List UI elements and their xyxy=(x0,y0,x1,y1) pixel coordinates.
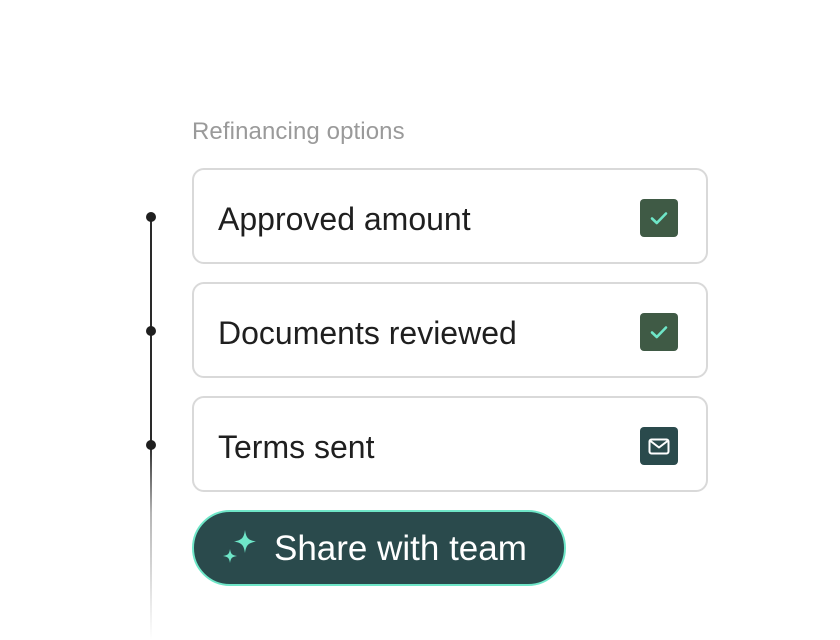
timeline-dot xyxy=(146,440,156,450)
share-with-team-button[interactable]: Share with team xyxy=(192,510,566,586)
check-icon xyxy=(640,199,678,237)
check-icon xyxy=(640,313,678,351)
option-card-approved-amount[interactable]: Approved amount xyxy=(192,168,708,264)
timeline-dot xyxy=(146,212,156,222)
section-title: Refinancing options xyxy=(192,118,405,145)
option-card-documents-reviewed[interactable]: Documents reviewed xyxy=(192,282,708,378)
sparkle-icon xyxy=(220,528,258,568)
timeline-dot xyxy=(146,326,156,336)
option-label: Documents reviewed xyxy=(218,315,517,351)
option-label: Terms sent xyxy=(218,429,375,465)
share-button-label: Share with team xyxy=(274,529,527,568)
mail-icon xyxy=(640,427,678,465)
timeline-line-fade xyxy=(150,444,152,640)
option-card-terms-sent[interactable]: Terms sent xyxy=(192,396,708,492)
option-label: Approved amount xyxy=(218,201,471,237)
refinancing-panel: Refinancing options Approved amount Docu… xyxy=(0,0,840,640)
